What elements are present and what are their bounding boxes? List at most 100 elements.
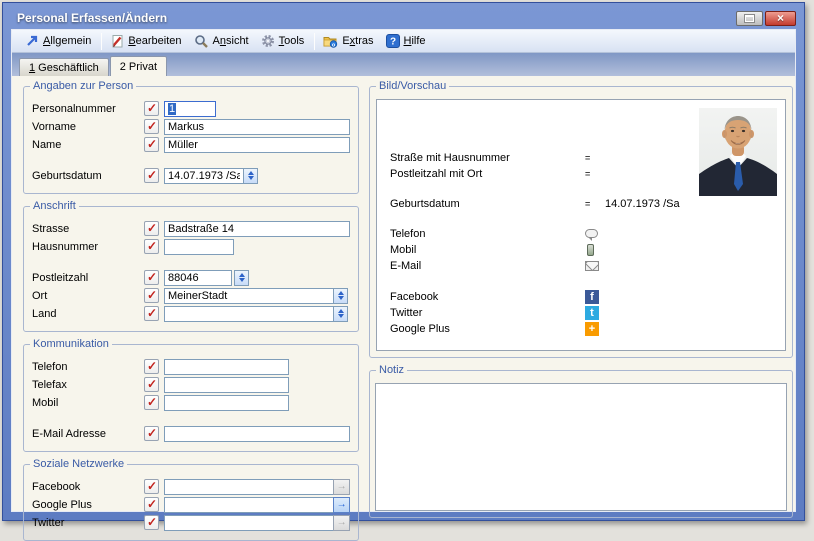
window-title: Personal Erfassen/Ändern — [17, 11, 167, 25]
twitter-icon: t — [585, 306, 599, 320]
geburtsdatum-input[interactable] — [164, 168, 244, 184]
toolbar-label: Ansicht — [213, 35, 249, 47]
field-label: Postleitzahl — [32, 272, 144, 284]
telefon-input[interactable] — [164, 359, 289, 375]
check-icon[interactable] — [144, 426, 159, 441]
open-link-button[interactable]: → — [333, 497, 350, 513]
field-row: Postleitzahl — [32, 269, 350, 286]
toolbar-separator — [101, 33, 102, 50]
open-link-button[interactable]: → — [333, 479, 350, 495]
toolbar-hilfe-button[interactable]: ? Hilfe — [381, 32, 433, 50]
check-icon[interactable] — [144, 479, 159, 494]
toolbar-tools-button[interactable]: Tools — [256, 32, 312, 50]
check-icon[interactable] — [144, 377, 159, 392]
field-label: Name — [32, 139, 144, 151]
preview-row: Google Plus + — [390, 321, 599, 336]
group-anschrift: Anschrift Strasse Hausnummer Postleitzah… — [23, 206, 359, 332]
group-bild-vorschau: Bild/Vorschau — [369, 86, 793, 358]
preview-label: Straße mit Hausnummer — [390, 152, 585, 164]
group-title: Anschrift — [30, 200, 79, 212]
group-soziale-netzwerke: Soziale Netzwerke Facebook → Google Plus… — [23, 464, 359, 541]
land-input[interactable] — [164, 306, 334, 322]
check-icon[interactable] — [144, 359, 159, 374]
arrow-up-right-icon — [25, 34, 39, 48]
window-body: Allgemein Bearbeiten Ansicht Tools o Ext… — [11, 29, 796, 512]
field-label: Strasse — [32, 223, 144, 235]
check-icon[interactable] — [144, 168, 159, 183]
spinner-buttons[interactable] — [234, 270, 249, 286]
field-row: Personalnummer 1 — [32, 100, 350, 117]
spinner-buttons[interactable] — [333, 306, 348, 322]
email-input[interactable] — [164, 426, 350, 442]
mobil-input[interactable] — [164, 395, 289, 411]
toolbar-extras-button[interactable]: o Extras — [318, 32, 380, 50]
toolbar-label: Hilfe — [404, 35, 426, 47]
strasse-input[interactable] — [164, 221, 350, 237]
restore-button[interactable] — [736, 11, 763, 26]
facebook-icon: f — [585, 290, 599, 304]
field-label: Telefax — [32, 379, 144, 391]
name-input[interactable] — [164, 137, 350, 153]
speech-bubble-icon — [585, 229, 598, 238]
preview-label: Mobil — [390, 244, 585, 256]
field-row: Name — [32, 136, 350, 153]
group-kommunikation: Kommunikation Telefon Telefax Mobil — [23, 344, 359, 452]
preview-row: Telefon — [390, 226, 598, 241]
tab-privat[interactable]: 2 Privat — [110, 56, 167, 76]
preview-row: Twitter t — [390, 305, 599, 320]
check-icon[interactable] — [144, 137, 159, 152]
open-link-button[interactable]: → — [333, 515, 350, 531]
check-icon[interactable] — [144, 515, 159, 530]
telefax-input[interactable] — [164, 377, 289, 393]
ort-input[interactable] — [164, 288, 334, 304]
preview-row: Mobil — [390, 242, 594, 257]
check-icon[interactable] — [144, 497, 159, 512]
gear-icon — [261, 34, 275, 48]
check-icon[interactable] — [144, 221, 159, 236]
twitter-input[interactable] — [164, 515, 334, 531]
envelope-icon — [585, 261, 599, 271]
toolbar-allgemein-button[interactable]: Allgemein — [20, 32, 98, 50]
group-notiz: Notiz — [369, 370, 793, 518]
check-icon[interactable] — [144, 101, 159, 116]
tab-content: Angaben zur Person Personalnummer 1 Vorn… — [12, 76, 795, 513]
field-label: Google Plus — [32, 499, 144, 511]
check-icon[interactable] — [144, 395, 159, 410]
close-button[interactable]: × — [765, 11, 796, 26]
toolbar-ansicht-button[interactable]: Ansicht — [189, 32, 256, 50]
preview-label: Geburtsdatum — [390, 198, 585, 210]
postleitzahl-input[interactable] — [164, 270, 232, 286]
tab-geschaeftlich[interactable]: 1 Geschäftlich — [19, 58, 109, 76]
googleplus-input[interactable] — [164, 497, 334, 513]
field-row: Strasse — [32, 220, 350, 237]
field-label: Hausnummer — [32, 241, 144, 253]
field-row: Geburtsdatum — [32, 167, 350, 184]
spinner-buttons[interactable] — [243, 168, 258, 184]
notiz-textarea[interactable] — [375, 383, 787, 511]
group-title: Kommunikation — [30, 338, 112, 350]
facebook-input[interactable] — [164, 479, 334, 495]
preview-value: 14.07.1973 /Sa — [605, 198, 680, 210]
check-icon[interactable] — [144, 239, 159, 254]
close-icon: × — [777, 12, 784, 24]
check-icon[interactable] — [144, 306, 159, 321]
mobile-phone-icon — [587, 244, 594, 256]
preview-label: Twitter — [390, 307, 585, 319]
toolbar-bearbeiten-button[interactable]: Bearbeiten — [105, 32, 188, 50]
check-icon[interactable] — [144, 288, 159, 303]
toolbar: Allgemein Bearbeiten Ansicht Tools o Ext… — [12, 30, 795, 53]
hausnummer-input[interactable] — [164, 239, 234, 255]
vorname-input[interactable] — [164, 119, 350, 135]
folder-icon: o — [323, 34, 338, 48]
check-icon[interactable] — [144, 270, 159, 285]
toolbar-separator — [314, 33, 315, 50]
help-icon: ? — [386, 34, 400, 48]
check-icon[interactable] — [144, 119, 159, 134]
toolbar-label: Extras — [342, 35, 373, 47]
app-window: Personal Erfassen/Ändern × Allgemein Bea… — [2, 2, 805, 521]
preview-row: Facebook f — [390, 289, 599, 304]
field-label: Facebook — [32, 481, 144, 493]
spinner-buttons[interactable] — [333, 288, 348, 304]
field-label: Ort — [32, 290, 144, 302]
portrait-photo — [699, 108, 777, 196]
